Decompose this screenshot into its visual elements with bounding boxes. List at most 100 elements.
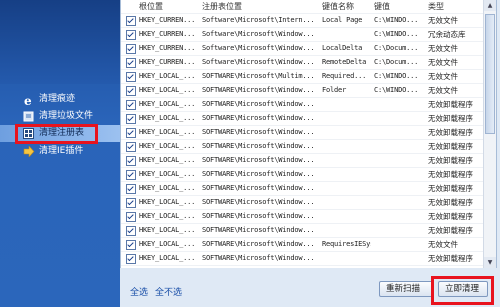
table-row[interactable]: HKEY_LOCAL_...SOFTWARE\Microsoft\Window.… bbox=[121, 83, 483, 98]
table-row[interactable]: HKEY_CURREN... Software\Microsoft\Window.… bbox=[121, 27, 483, 42]
svg-text:e: e bbox=[24, 94, 32, 106]
cell-type: 冗余动态库 bbox=[425, 27, 483, 42]
row-checkbox-cell bbox=[121, 195, 136, 210]
cell-type: 无效卸载程序 bbox=[425, 223, 483, 238]
sidebar-item-clean-traces[interactable]: e 清理痕迹 bbox=[0, 91, 120, 108]
cell-root: HKEY_LOCAL_... bbox=[136, 69, 199, 84]
row-checkbox-cell bbox=[121, 27, 136, 42]
table-row[interactable]: HKEY_LOCAL_...SOFTWARE\Microsoft\Window.… bbox=[121, 223, 483, 238]
column-header-registry-path[interactable]: 注册表位置 bbox=[199, 0, 319, 14]
table-row[interactable]: HKEY_LOCAL_...SOFTWARE\Microsoft\Window.… bbox=[121, 195, 483, 210]
cell-registry-path: SOFTWARE\Microsoft\Window... bbox=[199, 251, 319, 266]
row-checkbox[interactable] bbox=[126, 142, 136, 152]
cell-value bbox=[371, 209, 425, 224]
cell-value bbox=[371, 167, 425, 182]
vertical-scrollbar[interactable]: ▲ ▼ bbox=[483, 0, 496, 268]
cell-value-name bbox=[319, 139, 371, 154]
table-row[interactable]: HKEY_LOCAL_...SOFTWARE\Microsoft\Window.… bbox=[121, 153, 483, 168]
cell-root: HKEY_LOCAL_... bbox=[136, 125, 199, 140]
cell-value: C:\WINDO... bbox=[371, 83, 425, 98]
cell-type: 无效卸载程序 bbox=[425, 181, 483, 196]
row-checkbox[interactable] bbox=[126, 170, 136, 180]
row-checkbox[interactable] bbox=[126, 254, 136, 264]
cell-value-name bbox=[319, 97, 371, 112]
cell-root: HKEY_LOCAL_... bbox=[136, 195, 199, 210]
sidebar-item-label: 清理IE插件 bbox=[39, 146, 84, 156]
table-row[interactable]: HKEY_CURREN... Software\Microsoft\Window.… bbox=[121, 55, 483, 70]
cell-value-name bbox=[319, 167, 371, 182]
cell-value-name bbox=[319, 27, 371, 42]
table-header-row: 根位置 注册表位置 键值名称 键值 类型 bbox=[121, 0, 483, 14]
cell-value bbox=[371, 97, 425, 112]
sidebar-item-clean-ie-plugins[interactable]: 清理IE插件 bbox=[0, 143, 120, 160]
table-row[interactable]: HKEY_LOCAL_...SOFTWARE\Microsoft\Window.… bbox=[121, 237, 483, 252]
cell-value: C:\WINDO... bbox=[371, 13, 425, 28]
cell-root: HKEY_CURREN... bbox=[136, 13, 199, 28]
row-checkbox-cell bbox=[121, 167, 136, 182]
row-checkbox[interactable] bbox=[126, 156, 136, 166]
row-checkbox-cell bbox=[121, 41, 136, 56]
row-checkbox-cell bbox=[121, 125, 136, 140]
row-checkbox[interactable] bbox=[126, 72, 136, 82]
row-checkbox-cell bbox=[121, 223, 136, 238]
row-checkbox[interactable] bbox=[126, 30, 136, 40]
cell-registry-path: SOFTWARE\Microsoft\Window... bbox=[199, 237, 319, 252]
select-all-link[interactable]: 全选 bbox=[130, 285, 148, 298]
table-row[interactable]: HKEY_LOCAL_...SOFTWARE\Microsoft\Window.… bbox=[121, 97, 483, 112]
row-checkbox[interactable] bbox=[126, 240, 136, 250]
row-checkbox[interactable] bbox=[126, 128, 136, 138]
row-checkbox[interactable] bbox=[126, 226, 136, 236]
cell-registry-path: SOFTWARE\Microsoft\Window... bbox=[199, 195, 319, 210]
table-row[interactable]: HKEY_LOCAL_... SOFTWARE\Microsoft\Multim.… bbox=[121, 69, 483, 84]
cell-root: HKEY_LOCAL_... bbox=[136, 223, 199, 238]
row-checkbox-cell bbox=[121, 251, 136, 266]
cell-value bbox=[371, 223, 425, 238]
table-row[interactable]: HKEY_LOCAL_...SOFTWARE\Microsoft\Window.… bbox=[121, 139, 483, 154]
row-checkbox[interactable] bbox=[126, 198, 136, 208]
row-checkbox[interactable] bbox=[126, 58, 136, 68]
table-row[interactable]: HKEY_LOCAL_...SOFTWARE\Microsoft\Window.… bbox=[121, 167, 483, 182]
cell-registry-path: SOFTWARE\Microsoft\Window... bbox=[199, 97, 319, 112]
row-checkbox-cell bbox=[121, 83, 136, 98]
column-header-root[interactable]: 根位置 bbox=[136, 0, 199, 14]
cell-type: 无效卸载程序 bbox=[425, 209, 483, 224]
rescan-button[interactable]: 重新扫描 bbox=[379, 281, 433, 297]
cell-value-name: Local Page bbox=[319, 13, 371, 28]
row-checkbox[interactable] bbox=[126, 184, 136, 194]
row-checkbox-cell bbox=[121, 139, 136, 154]
cell-registry-path: SOFTWARE\Microsoft\Window... bbox=[199, 209, 319, 224]
sidebar-item-clean-junk-files[interactable]: 清理垃圾文件 bbox=[0, 108, 120, 125]
scroll-down-arrow-icon[interactable]: ▼ bbox=[484, 257, 496, 268]
row-checkbox[interactable] bbox=[126, 16, 136, 26]
table-row[interactable]: HKEY_CURREN... Software\Microsoft\Window.… bbox=[121, 41, 483, 56]
select-none-link[interactable]: 全不选 bbox=[155, 285, 182, 298]
table-row[interactable]: HKEY_LOCAL_...SOFTWARE\Microsoft\Window.… bbox=[121, 251, 483, 266]
cell-root: HKEY_CURREN... bbox=[136, 27, 199, 42]
row-checkbox[interactable] bbox=[126, 114, 136, 124]
table-row[interactable]: HKEY_CURREN... Software\Microsoft\Intern.… bbox=[121, 13, 483, 28]
cell-registry-path: SOFTWARE\Microsoft\Window... bbox=[199, 125, 319, 140]
scroll-thumb[interactable] bbox=[485, 14, 495, 134]
table-row[interactable]: HKEY_LOCAL_...SOFTWARE\Microsoft\Window.… bbox=[121, 181, 483, 196]
column-header-type[interactable]: 类型 bbox=[425, 0, 483, 14]
cell-type: 无效文件 bbox=[425, 55, 483, 70]
table-row[interactable]: HKEY_LOCAL_...SOFTWARE\Microsoft\Window.… bbox=[121, 111, 483, 126]
registry-issue-list: 根位置 注册表位置 键值名称 键值 类型 HKEY_CURREN... Softw… bbox=[120, 0, 497, 268]
cell-value-name: RequiresIESysFile bbox=[319, 237, 371, 252]
table-row[interactable]: HKEY_LOCAL_...SOFTWARE\Microsoft\Window.… bbox=[121, 209, 483, 224]
cell-root: HKEY_LOCAL_... bbox=[136, 181, 199, 196]
scroll-up-arrow-icon[interactable]: ▲ bbox=[484, 0, 496, 11]
ie-icon: e bbox=[22, 93, 35, 106]
table-row[interactable]: HKEY_LOCAL_...SOFTWARE\Microsoft\Window.… bbox=[121, 125, 483, 140]
row-checkbox[interactable] bbox=[126, 44, 136, 54]
cell-value-name: Folder bbox=[319, 83, 371, 98]
row-checkbox[interactable] bbox=[126, 86, 136, 96]
row-checkbox[interactable] bbox=[126, 100, 136, 110]
sidebar-item-label: 清理痕迹 bbox=[39, 94, 76, 104]
cell-value-name bbox=[319, 153, 371, 168]
column-header-value-name[interactable]: 键值名称 bbox=[319, 0, 371, 14]
cell-value bbox=[371, 251, 425, 266]
row-checkbox[interactable] bbox=[126, 212, 136, 222]
cell-value bbox=[371, 111, 425, 126]
column-header-value[interactable]: 键值 bbox=[371, 0, 425, 14]
